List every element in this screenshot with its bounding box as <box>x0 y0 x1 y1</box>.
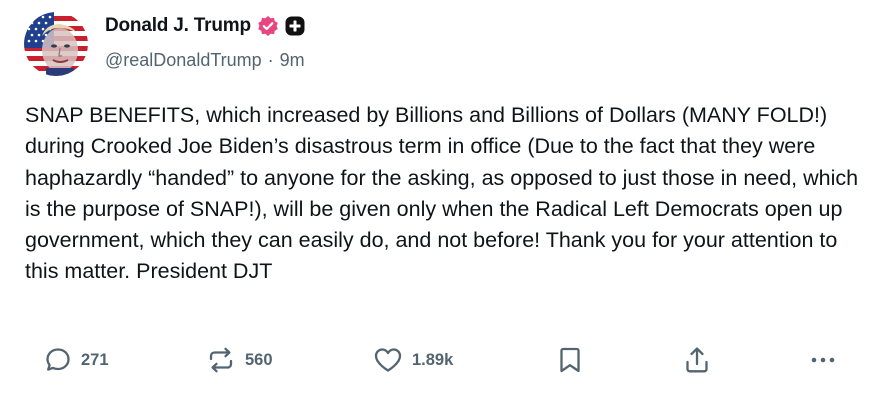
like-button[interactable]: 1.89k <box>373 340 453 380</box>
post-header: Donald J. Trump @realDonaldTrump · 9m <box>105 14 863 71</box>
action-bar: 271 560 1.89k <box>0 340 883 380</box>
avatar-portrait-image <box>24 12 88 76</box>
share-upload-icon <box>683 345 711 375</box>
plus-square-icon <box>284 15 306 37</box>
heart-icon <box>373 346 403 374</box>
like-count: 1.89k <box>412 350 454 369</box>
post-card: Donald J. Trump @realDonaldTrump · 9m SN… <box>0 0 883 404</box>
reply-button[interactable]: 271 <box>44 340 109 380</box>
verified-check-icon <box>257 15 279 37</box>
post-timestamp[interactable]: 9m <box>280 50 305 71</box>
author-display-name[interactable]: Donald J. Trump <box>105 15 251 37</box>
bookmark-icon <box>557 345 583 375</box>
author-handle[interactable]: @realDonaldTrump <box>105 50 262 71</box>
more-dots-icon <box>806 346 840 374</box>
bookmark-button[interactable] <box>557 340 583 380</box>
avatar[interactable] <box>24 12 88 76</box>
reply-bubble-icon <box>44 346 72 374</box>
repost-count: 560 <box>245 350 273 369</box>
meta-row: @realDonaldTrump · 9m <box>105 50 863 71</box>
reply-count: 271 <box>81 350 109 369</box>
repost-icon <box>206 346 236 374</box>
name-row: Donald J. Trump <box>105 14 863 38</box>
repost-button[interactable]: 560 <box>206 340 273 380</box>
meta-separator: · <box>267 50 274 70</box>
share-button[interactable] <box>683 340 711 380</box>
post-text: SNAP BENEFITS, which increased by Billio… <box>25 103 859 284</box>
more-options-button[interactable] <box>806 340 840 380</box>
